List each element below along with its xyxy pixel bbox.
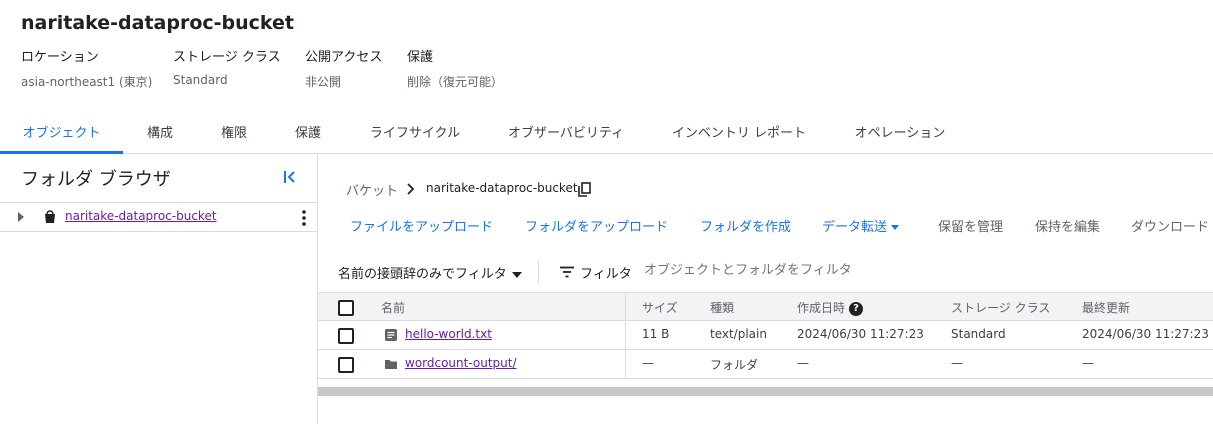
header-last-modified[interactable]: 最終更新 — [1082, 299, 1130, 316]
tab-permissions[interactable]: 権限 — [214, 116, 254, 154]
meta-value-protection: 削除（復元可能） — [407, 75, 504, 89]
upload-folder-button[interactable]: フォルダをアップロード — [525, 216, 668, 235]
folder-icon — [385, 360, 397, 369]
tab-bar: オブジェクト 構成 権限 保護 ライフサイクル オブザーバビリティ インベントリ… — [0, 116, 1213, 154]
column-divider — [625, 350, 626, 378]
meta-label-storage-class: ストレージ クラス — [173, 50, 281, 65]
header-type[interactable]: 種類 — [710, 299, 734, 316]
bucket-title: naritake-dataproc-bucket — [21, 12, 295, 34]
table-row[interactable]: wordcount-output/ — フォルダ — — — — [318, 350, 1213, 379]
select-all-checkbox[interactable] — [338, 300, 354, 316]
filter-label: フィルタ — [580, 267, 632, 282]
object-last-modified: 2024/06/30 11:27:23 — [1082, 327, 1209, 341]
meta-value-storage-class: Standard — [173, 73, 228, 87]
transfer-data-button[interactable]: データ転送 — [822, 216, 900, 235]
object-type: text/plain — [710, 327, 767, 341]
folder-browser-title: フォルダ ブラウザ — [21, 169, 171, 190]
dropdown-arrow-icon — [891, 225, 900, 230]
prefix-filter-label: 名前の接頭辞のみでフィルタ — [338, 267, 507, 282]
header-name[interactable]: 名前 — [381, 299, 405, 316]
tab-inventory-reports[interactable]: インベントリ レポート — [664, 116, 814, 154]
collapse-panel-icon[interactable] — [281, 168, 299, 186]
meta-value-location: asia-northeast1 (東京) — [21, 75, 153, 89]
filter-input[interactable] — [644, 263, 1044, 278]
meta-label-protection: 保護 — [407, 50, 434, 65]
tab-protection[interactable]: 保護 — [288, 116, 328, 154]
object-name-link[interactable]: wordcount-output/ — [405, 356, 517, 370]
filter-bar: 名前の接頭辞のみでフィルタ フィルタ — [318, 256, 1213, 290]
help-icon[interactable]: ? — [849, 301, 864, 316]
header-created[interactable]: 作成日時? — [797, 299, 864, 316]
header-storage-class[interactable]: ストレージ クラス — [951, 299, 1050, 316]
tree-item-bucket[interactable]: naritake-dataproc-bucket — [0, 202, 318, 232]
upload-file-button[interactable]: ファイルをアップロード — [350, 216, 493, 235]
meta-label-public-access: 公開アクセス — [305, 50, 383, 65]
meta-location: ロケーション asia-northeast1 (東京) — [21, 46, 152, 90]
meta-storage-class: ストレージ クラス Standard — [173, 46, 281, 87]
transfer-data-label: データ転送 — [822, 220, 888, 235]
file-icon — [385, 329, 397, 341]
prefix-filter-dropdown[interactable]: 名前の接頭辞のみでフィルタ — [338, 263, 522, 282]
tab-lifecycle[interactable]: ライフサイクル — [362, 116, 468, 154]
object-name-link[interactable]: hello-world.txt — [405, 327, 492, 341]
breadcrumb-root[interactable]: バケット — [346, 180, 398, 199]
tree-item-label[interactable]: naritake-dataproc-bucket — [65, 209, 217, 223]
chevron-right-icon — [407, 183, 415, 195]
object-type: フォルダ — [710, 358, 759, 372]
header-size[interactable]: サイズ — [642, 299, 678, 316]
meta-public-access: 公開アクセス 非公開 — [305, 46, 382, 90]
divider — [538, 260, 539, 284]
table-header: 名前 サイズ 種類 作成日時? ストレージ クラス 最終更新 — [318, 292, 1213, 321]
row-checkbox[interactable] — [338, 328, 354, 344]
object-last-modified: — — [1082, 356, 1094, 370]
row-checkbox[interactable] — [338, 357, 354, 373]
tab-objects[interactable]: オブジェクト — [0, 116, 123, 154]
horizontal-scrollbar[interactable] — [318, 387, 1213, 396]
object-size: — — [642, 356, 654, 370]
object-size: 11 B — [642, 327, 670, 341]
breadcrumb-bucket: naritake-dataproc-bucket — [426, 181, 578, 195]
create-folder-button[interactable]: フォルダを作成 — [700, 216, 791, 235]
expand-arrow-icon[interactable] — [15, 209, 27, 225]
meta-label-location: ロケーション — [21, 50, 99, 65]
edit-retention-button[interactable]: 保持を編集 — [1035, 216, 1100, 235]
meta-protection: 保護 削除（復元可能） — [407, 46, 503, 90]
bucket-icon — [45, 210, 55, 223]
table-row[interactable]: hello-world.txt 11 B text/plain 2024/06/… — [318, 321, 1213, 350]
object-storage-class: Standard — [951, 327, 1006, 341]
more-vert-icon[interactable] — [298, 209, 310, 227]
object-storage-class: — — [951, 356, 963, 370]
meta-value-public-access: 非公開 — [305, 75, 342, 89]
tab-observability[interactable]: オブザーバビリティ — [500, 116, 632, 154]
download-button[interactable]: ダウンロード — [1131, 216, 1209, 235]
filter-icon — [560, 266, 574, 278]
object-created: 2024/06/30 11:27:23 — [797, 327, 924, 341]
column-divider — [625, 321, 626, 349]
tab-configuration[interactable]: 構成 — [140, 116, 180, 154]
column-divider — [625, 293, 626, 320]
tab-operations[interactable]: オペレーション — [846, 116, 954, 154]
folder-browser-panel: フォルダ ブラウザ naritake-dataproc-bucket — [0, 154, 318, 424]
manage-holds-button[interactable]: 保留を管理 — [938, 216, 1003, 235]
copy-icon[interactable] — [578, 182, 591, 197]
header-created-label: 作成日時 — [797, 301, 846, 315]
object-created: — — [797, 356, 809, 370]
dropdown-arrow-icon — [511, 271, 522, 278]
